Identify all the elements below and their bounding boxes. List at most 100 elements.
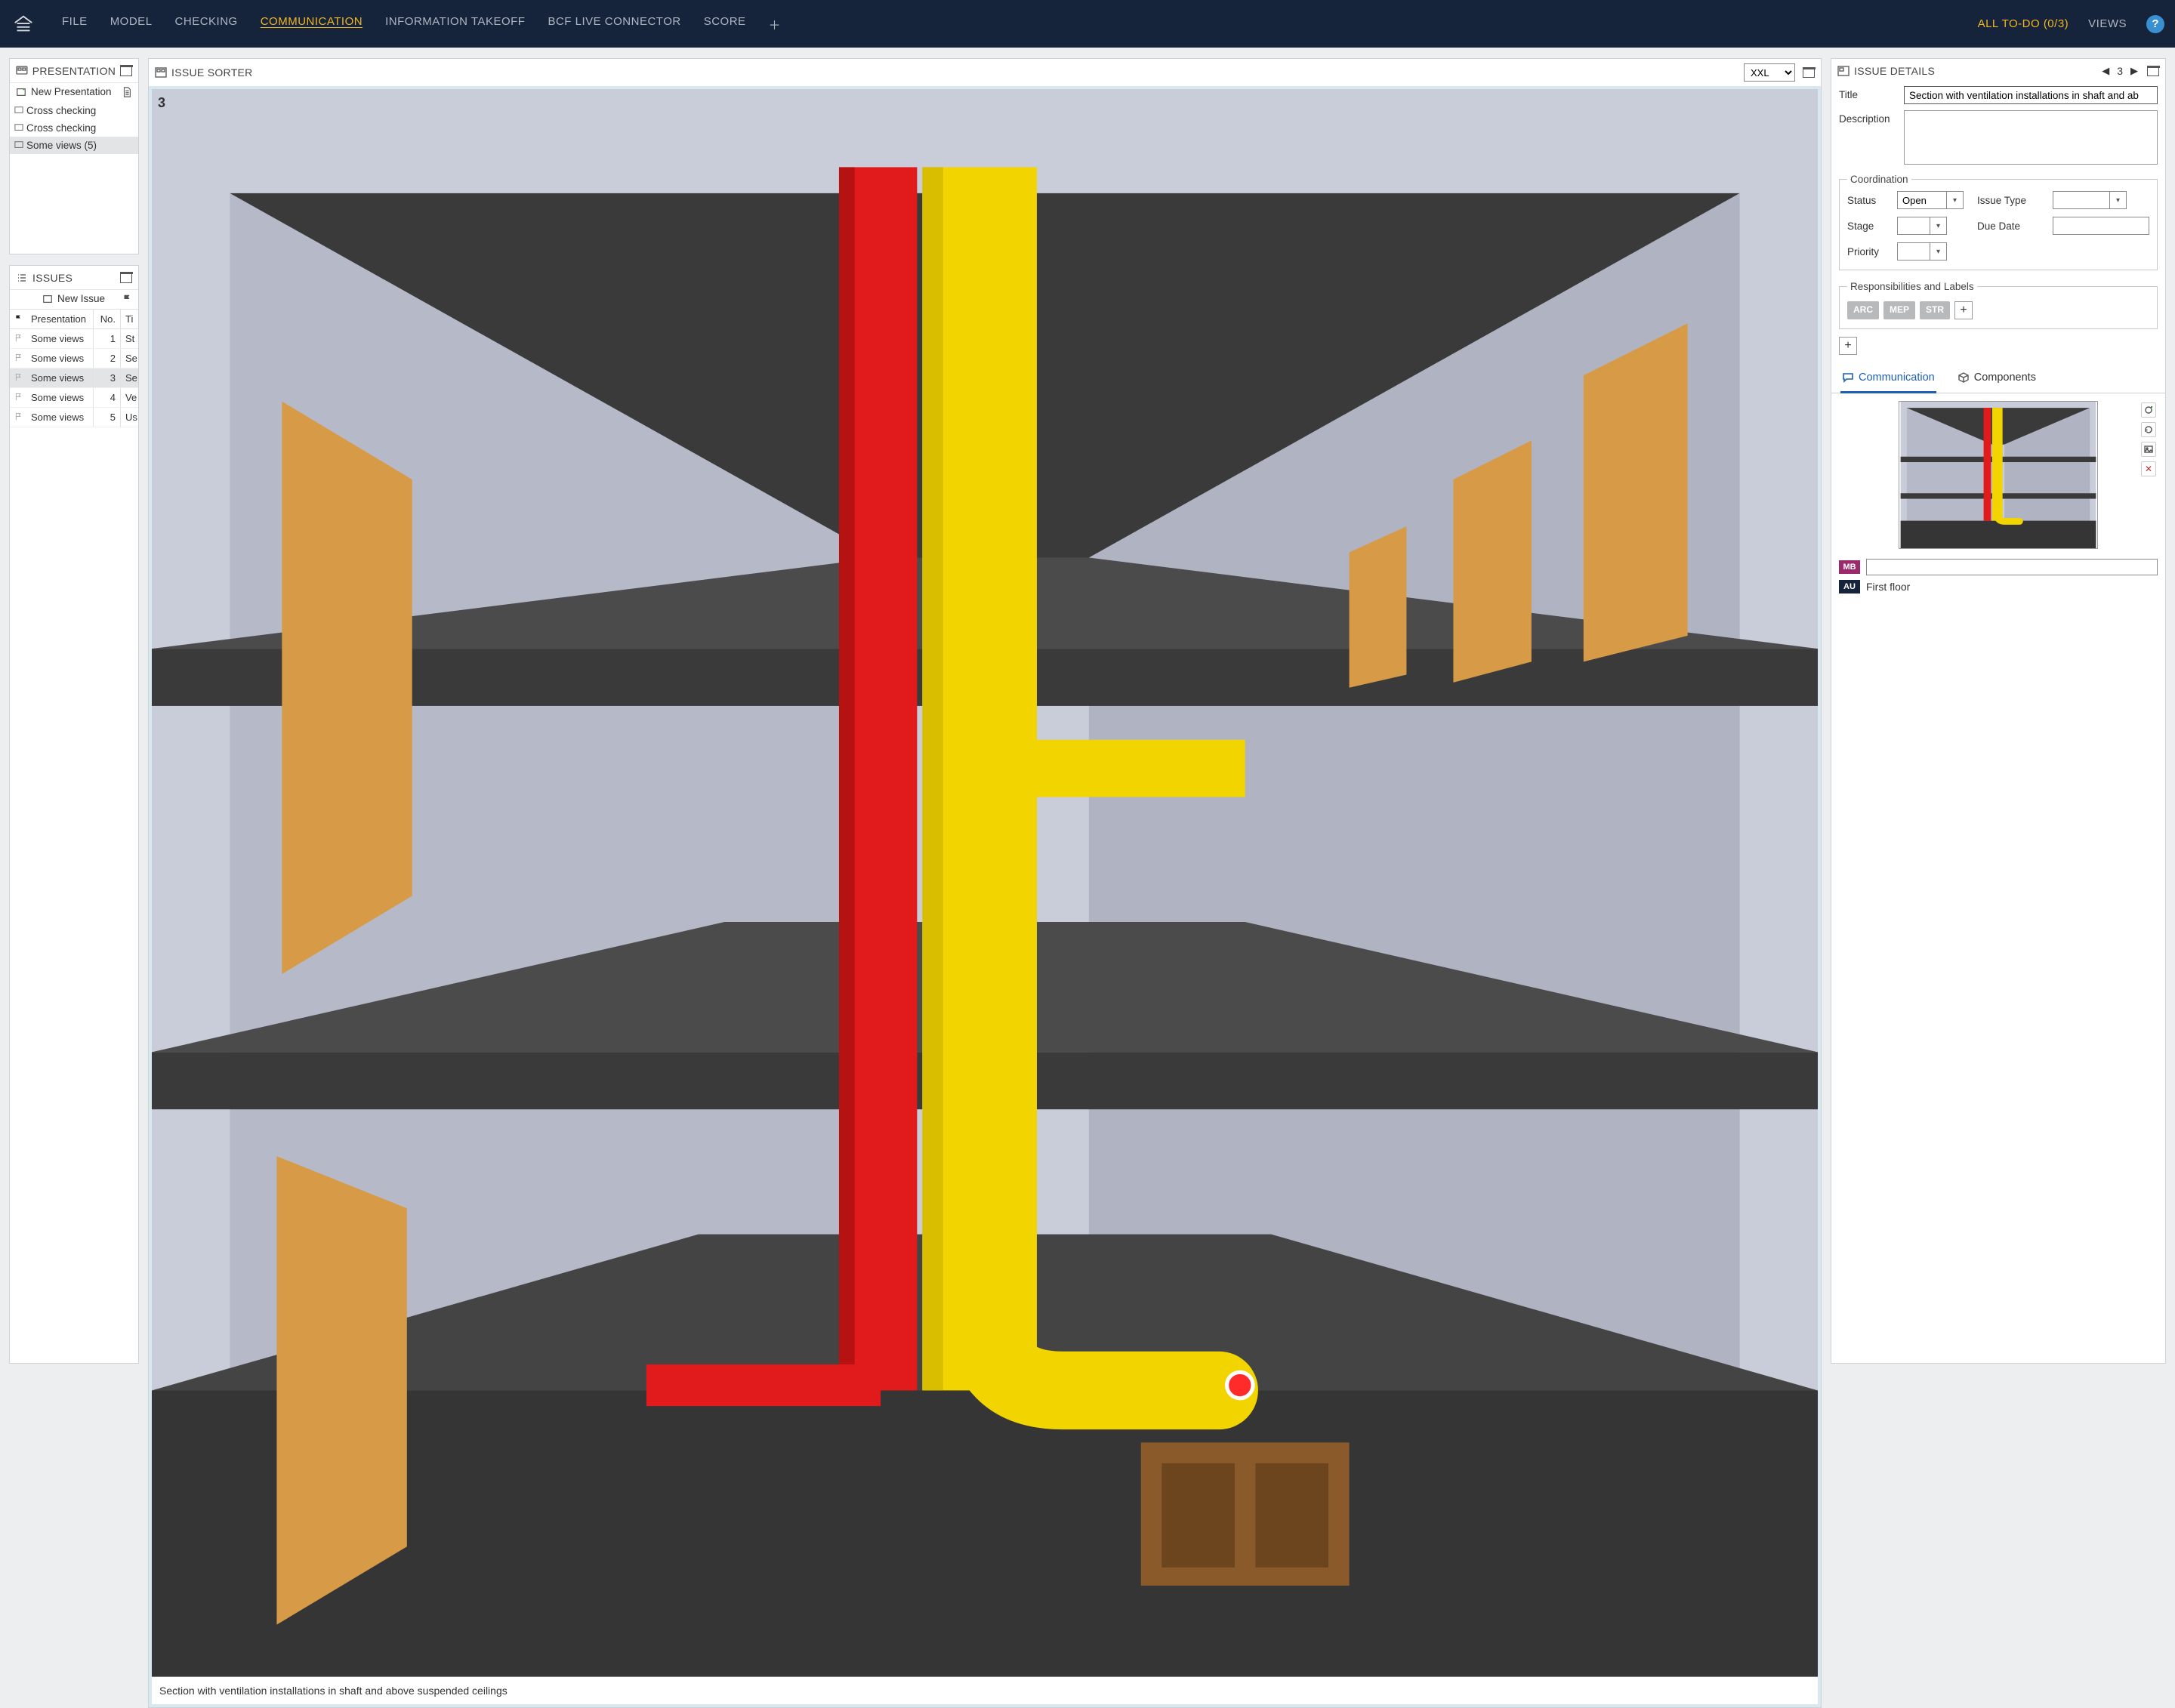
presentation-item-label: Some views (5) — [26, 140, 97, 151]
presentation-item[interactable]: Some views (5) — [10, 137, 138, 154]
new-issue-label: New Issue — [57, 293, 105, 304]
title-input[interactable] — [1904, 86, 2158, 104]
coordination-legend: Coordination — [1847, 174, 1911, 185]
flag-outline-icon — [14, 373, 23, 381]
description-input[interactable] — [1904, 110, 2158, 165]
issue-card[interactable]: 3 — [152, 89, 1818, 1704]
slides-icon — [14, 106, 23, 115]
comment-icon — [1842, 372, 1854, 384]
workspace: PRESENTATION New Presentation Cross chec… — [0, 48, 2175, 1364]
views-link[interactable]: VIEWS — [2088, 17, 2127, 30]
issue-card-number: 3 — [158, 95, 165, 111]
tab-communication[interactable]: Communication — [1840, 365, 1936, 393]
nav-file[interactable]: FILE — [62, 15, 88, 33]
status-dropdown-button[interactable]: ▾ — [1947, 191, 1964, 209]
status-combo[interactable]: ▾ — [1897, 191, 1970, 209]
issue-details-panel: ISSUE DETAILS ◀ 3 ▶ Title Description Co… — [1831, 58, 2166, 1364]
col-presentation[interactable]: Presentation — [26, 310, 93, 328]
details-icon — [1837, 65, 1850, 77]
priority-combo[interactable]: ▾ — [1897, 242, 1970, 261]
issue-type-dropdown-button[interactable]: ▾ — [2110, 191, 2127, 209]
issue-row-presentation: Some views — [26, 408, 93, 427]
issues-rows: Some views1StSome views2SeSome views3SeS… — [10, 329, 138, 427]
help-icon[interactable]: ? — [2146, 15, 2164, 33]
add-section-button[interactable]: + — [1839, 337, 1857, 355]
sorter-size-select[interactable]: XXL — [1744, 63, 1795, 82]
list-icon — [16, 272, 28, 284]
details-header: ISSUE DETAILS ◀ 3 ▶ — [1831, 59, 2165, 83]
details-tabbar: Communication Components — [1831, 365, 2165, 393]
issues-window-button[interactable] — [120, 273, 132, 283]
responsibilities-legend: Responsibilities and Labels — [1847, 281, 1977, 292]
image-viewpoint-button[interactable] — [2141, 442, 2156, 457]
document-icon[interactable] — [122, 87, 132, 97]
issue-card-caption: Section with ventilation installations i… — [152, 1677, 1818, 1704]
nav-bcf-live-connector[interactable]: BCF LIVE CONNECTOR — [548, 15, 680, 33]
user-badge-mb: MB — [1839, 560, 1860, 574]
issue-row-title: Ve — [120, 388, 138, 407]
issue-row-presentation: Some views — [26, 368, 93, 387]
nav-checking[interactable]: CHECKING — [175, 15, 238, 33]
col-title[interactable]: Ti — [120, 310, 138, 328]
nav-model[interactable]: MODEL — [110, 15, 153, 33]
comment-text-au: First floor — [1866, 581, 1910, 593]
priority-dropdown-button[interactable]: ▾ — [1930, 242, 1947, 261]
comment-input[interactable] — [1866, 559, 2158, 575]
issues-table: Presentation No. Ti Some views1StSome vi… — [10, 309, 138, 427]
col-no[interactable]: No. — [93, 310, 120, 328]
delete-viewpoint-button[interactable]: ✕ — [2141, 461, 2156, 476]
new-presentation-row[interactable]: New Presentation — [10, 83, 138, 102]
prev-issue-button[interactable]: ◀ — [2102, 65, 2109, 77]
issue-row[interactable]: Some views2Se — [10, 349, 138, 368]
details-title: ISSUE DETAILS — [1854, 65, 1935, 77]
issue-type-input[interactable] — [2053, 191, 2110, 209]
due-date-input[interactable] — [2053, 217, 2149, 235]
new-issue-row[interactable]: New Issue — [10, 290, 138, 309]
issue-row[interactable]: Some views3Se — [10, 368, 138, 388]
app-logo-icon[interactable] — [11, 11, 36, 37]
flag-icon[interactable] — [122, 294, 132, 304]
details-nav: ◀ 3 ▶ — [2102, 65, 2138, 77]
refresh-viewpoint-button[interactable] — [2141, 422, 2156, 437]
flag-outline-icon — [14, 334, 23, 342]
issue-type-combo[interactable]: ▾ — [2053, 191, 2149, 209]
issue-row-title: St — [120, 329, 138, 348]
sorter-icon — [155, 66, 167, 79]
nav-information-takeoff[interactable]: INFORMATION TAKEOFF — [385, 15, 525, 33]
capture-viewpoint-button[interactable] — [2141, 402, 2156, 418]
issue-row-title: Us — [120, 408, 138, 427]
todo-link[interactable]: ALL TO-DO (0/3) — [1978, 17, 2069, 30]
new-issue-icon — [42, 294, 53, 304]
presentation-item[interactable]: Cross checking — [10, 119, 138, 137]
stage-dropdown-button[interactable]: ▾ — [1930, 217, 1947, 235]
nav-add-tab-button[interactable]: ＋ — [769, 15, 781, 33]
comment-row-mb: MB — [1831, 556, 2165, 578]
issues-panel: ISSUES New Issue Presentation No. Ti Som… — [9, 265, 139, 1364]
issue-row[interactable]: Some views1St — [10, 329, 138, 349]
issue-row[interactable]: Some views4Ve — [10, 388, 138, 408]
issue-row[interactable]: Some views5Us — [10, 408, 138, 427]
presentation-window-button[interactable] — [120, 66, 132, 76]
status-input[interactable] — [1897, 191, 1947, 209]
sorter-window-button[interactable] — [1803, 67, 1815, 78]
nav-score[interactable]: SCORE — [704, 15, 746, 33]
presentation-item-label: Cross checking — [26, 105, 96, 116]
label-tag-arc[interactable]: ARC — [1847, 301, 1879, 319]
stage-combo[interactable]: ▾ — [1897, 217, 1970, 235]
stage-input[interactable] — [1897, 217, 1930, 235]
viewpoint-thumbnail[interactable] — [1899, 401, 2098, 549]
col-flag[interactable] — [10, 310, 26, 328]
tab-components[interactable]: Components — [1956, 365, 2038, 393]
issue-row-no: 2 — [93, 349, 120, 368]
label-tag-str[interactable]: STR — [1920, 301, 1950, 319]
model-viewport[interactable] — [152, 89, 1818, 1677]
label-tag-mep[interactable]: MEP — [1883, 301, 1915, 319]
details-window-button[interactable] — [2147, 66, 2159, 76]
add-label-button[interactable]: + — [1954, 301, 1973, 319]
presentation-item[interactable]: Cross checking — [10, 102, 138, 119]
next-issue-button[interactable]: ▶ — [2130, 65, 2138, 77]
title-row: Title — [1831, 83, 2165, 107]
issue-type-label: Issue Type — [1977, 195, 2045, 206]
nav-communication[interactable]: COMMUNICATION — [261, 15, 362, 33]
priority-input[interactable] — [1897, 242, 1930, 261]
